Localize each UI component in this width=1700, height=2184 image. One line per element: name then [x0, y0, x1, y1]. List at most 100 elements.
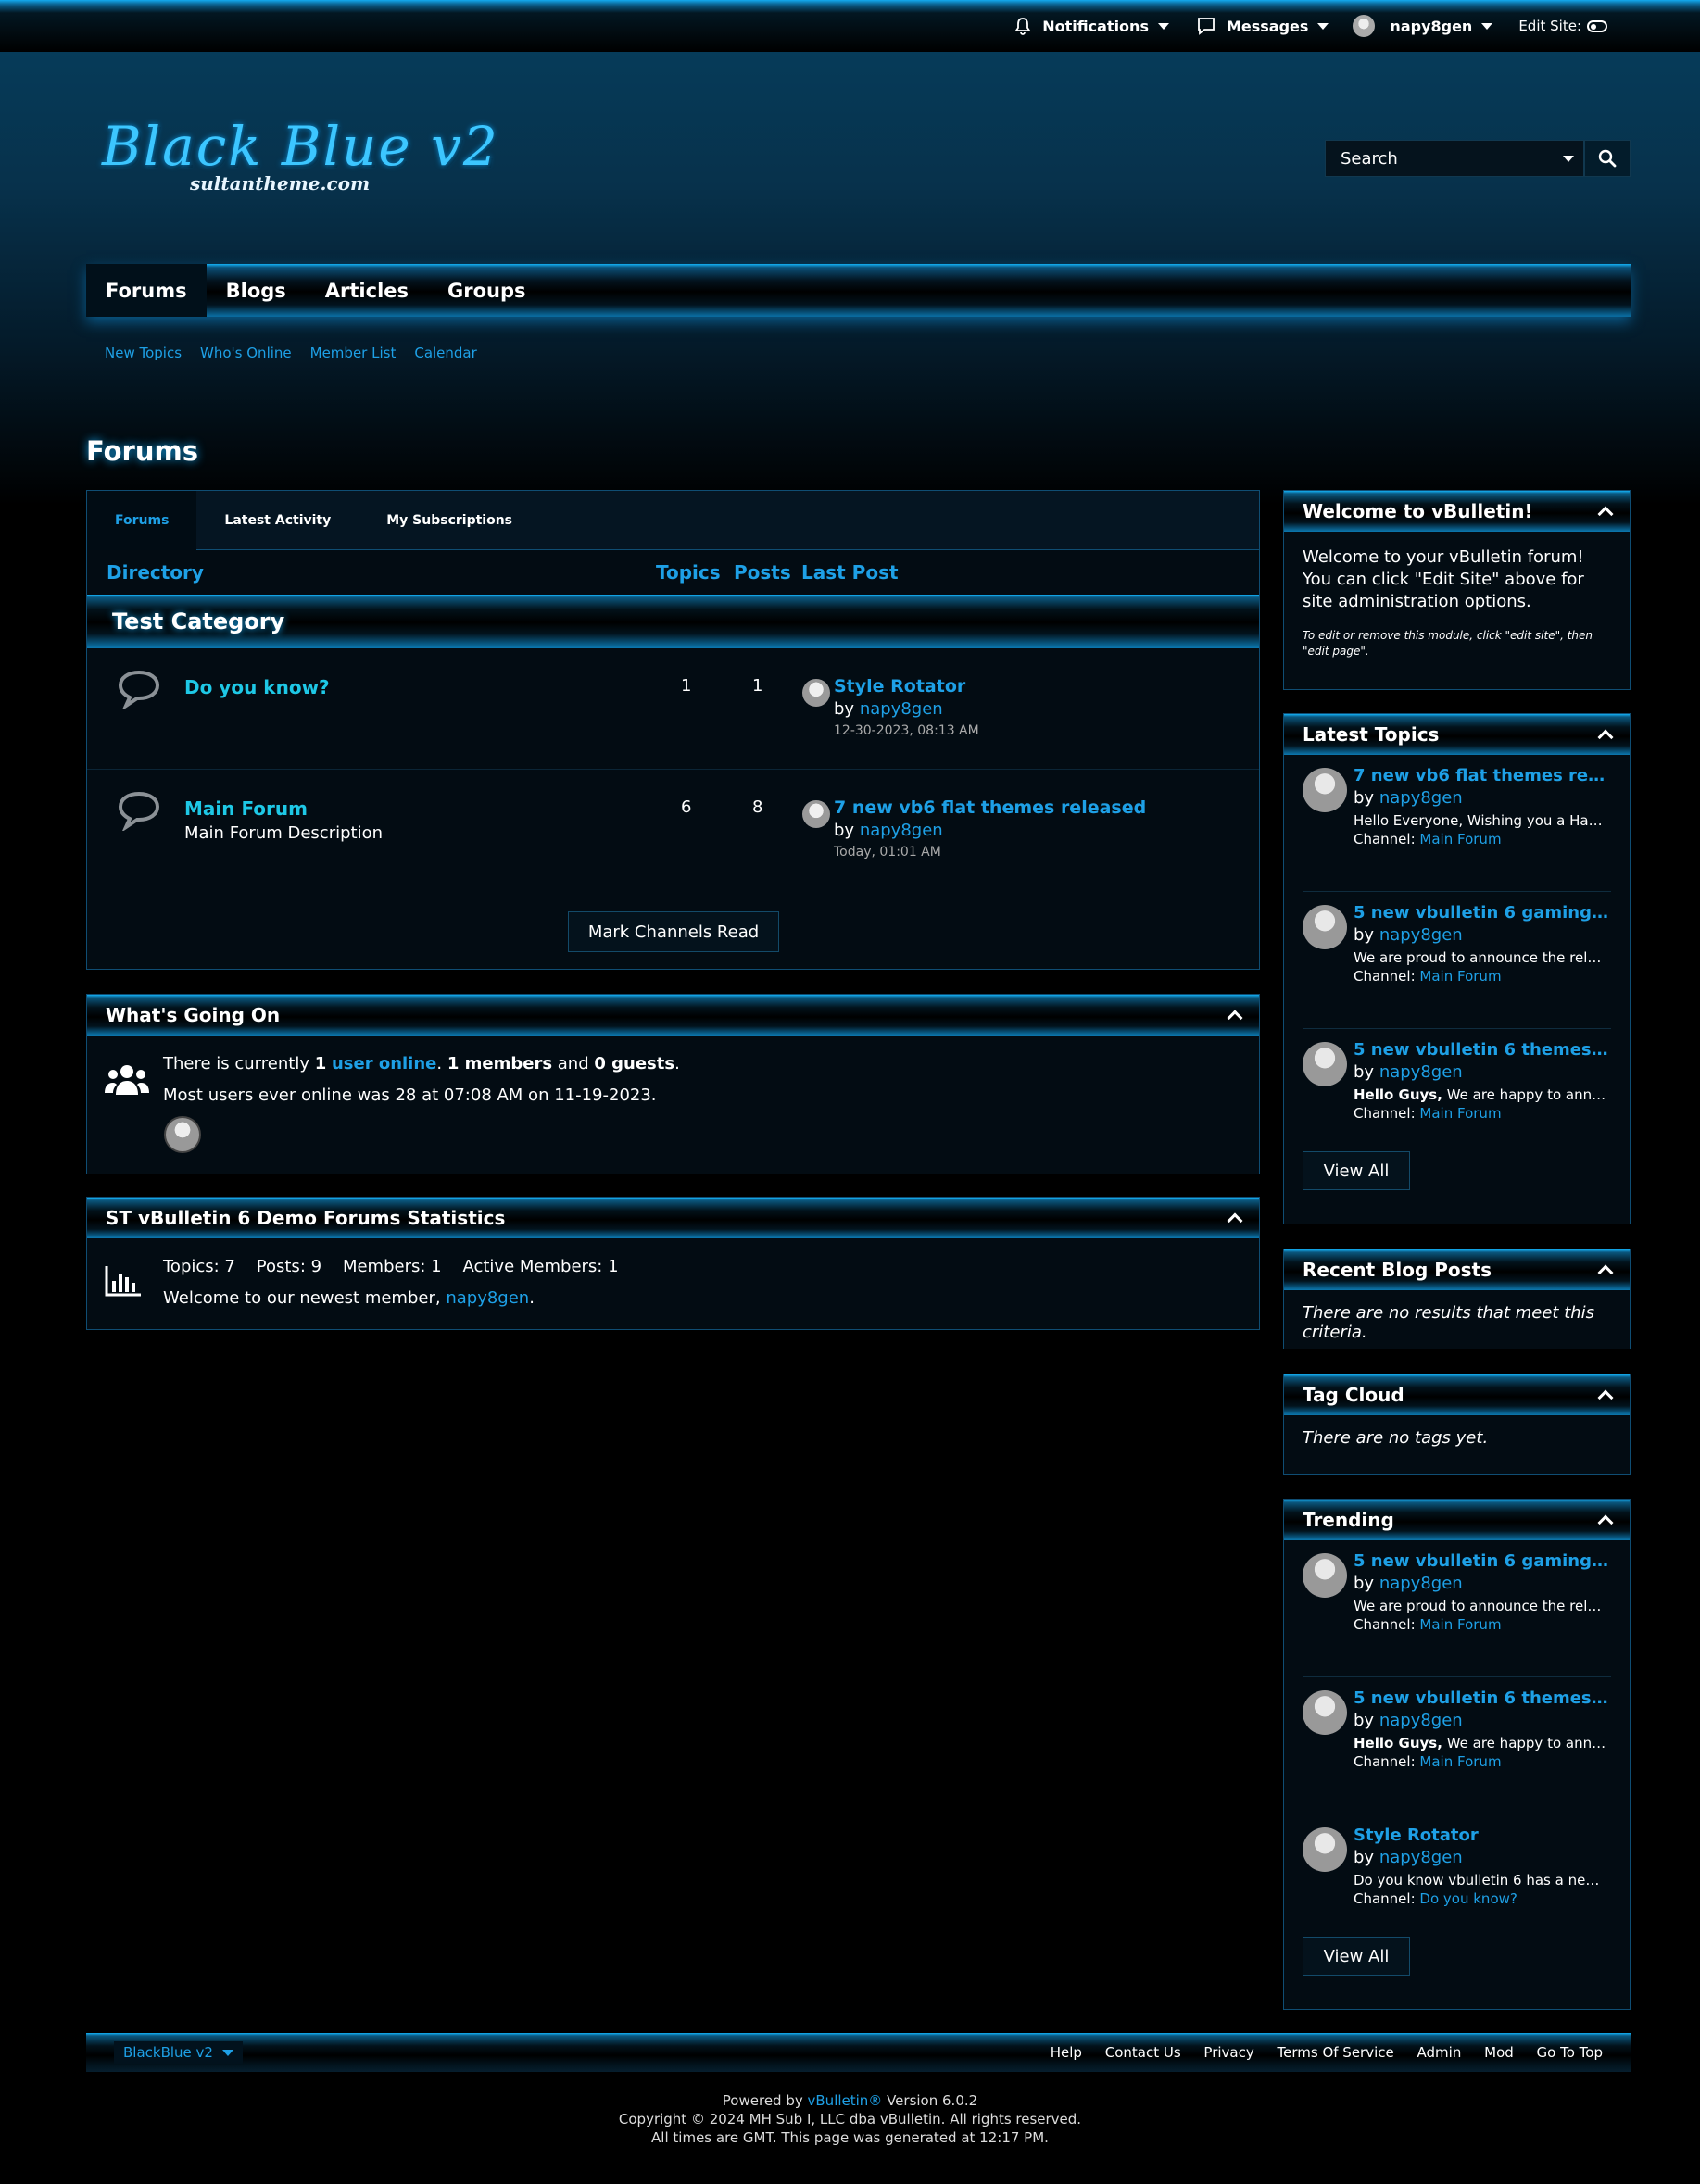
avatar[interactable] [1303, 1042, 1347, 1086]
welcome-panel: Welcome to vBulletin! Welcome to your vB… [1283, 490, 1631, 690]
view-all-button[interactable]: View All [1303, 1937, 1410, 1976]
collapse-icon[interactable] [1227, 1212, 1243, 1229]
collapse-icon[interactable] [1597, 1514, 1614, 1531]
channel-link[interactable]: Main Forum [1419, 968, 1501, 985]
main-nav: Forums Blogs Articles Groups [86, 264, 1631, 317]
panel-title: Latest Topics [1303, 723, 1440, 746]
footer-link-terms[interactable]: Terms Of Service [1278, 2044, 1394, 2061]
avatar[interactable] [1303, 1827, 1347, 1872]
chevron-down-icon [221, 2049, 233, 2056]
users-online-link[interactable]: user online [332, 1054, 436, 1073]
collapse-icon[interactable] [1227, 1010, 1243, 1026]
collapse-icon[interactable] [1597, 1264, 1614, 1281]
theme-selector[interactable]: BlackBlue v2 [114, 2041, 243, 2064]
search-input[interactable]: Search [1325, 140, 1584, 177]
tab-blogs[interactable]: Blogs [207, 264, 306, 317]
newest-member-link[interactable]: napy8gen [446, 1288, 529, 1308]
author-link[interactable]: napy8gen [1379, 1062, 1463, 1082]
tab-latest-activity[interactable]: Latest Activity [196, 491, 359, 550]
vbulletin-link[interactable]: vBulletin® [808, 2092, 883, 2109]
theme-label: BlackBlue v2 [123, 2044, 213, 2061]
edit-site-toggle[interactable]: Edit Site: [1518, 18, 1607, 34]
footer-link-help[interactable]: Help [1051, 2044, 1082, 2061]
search-button[interactable] [1584, 140, 1631, 177]
list-item: Style Rotator by napy8gen Do you know vb… [1303, 1814, 1611, 1937]
list-item: 5 new vbulletin 6 themes released by nap… [1303, 1677, 1611, 1814]
bell-icon [1014, 18, 1031, 35]
bar-chart-icon [105, 1266, 141, 1297]
forum-title[interactable]: Do you know? [184, 676, 330, 698]
footer-link-mod[interactable]: Mod [1484, 2044, 1514, 2061]
author-link[interactable]: napy8gen [1379, 1574, 1463, 1593]
chevron-down-icon[interactable] [1563, 156, 1574, 162]
tab-groups[interactable]: Groups [428, 264, 546, 317]
topic-excerpt: Hello Guys, We are happy to announce the… [1354, 1086, 1608, 1103]
subnav-member-list[interactable]: Member List [310, 345, 397, 361]
footer-link-go-to-top[interactable]: Go To Top [1537, 2044, 1603, 2061]
footer-link-admin[interactable]: Admin [1417, 2044, 1462, 2061]
chevron-down-icon [1157, 22, 1169, 30]
collapse-icon[interactable] [1597, 1389, 1614, 1406]
avatar[interactable] [1303, 1553, 1347, 1598]
tab-articles[interactable]: Articles [306, 264, 428, 317]
topic-channel: Channel: Main Forum [1354, 831, 1502, 847]
collapse-icon[interactable] [1597, 729, 1614, 746]
last-post-title[interactable]: 7 new vb6 flat themes released [834, 797, 1146, 818]
topic-title[interactable]: 5 new vbulletin 6 gaming themes released [1354, 903, 1608, 923]
category-header[interactable]: Test Category [87, 595, 1259, 648]
avatar[interactable] [1303, 905, 1347, 949]
last-post-user[interactable]: napy8gen [860, 821, 943, 840]
post-count: 8 [752, 797, 763, 817]
tab-my-subscriptions[interactable]: My Subscriptions [359, 491, 540, 550]
channel-link[interactable]: Do you know? [1419, 1890, 1517, 1907]
avatar[interactable] [164, 1116, 201, 1153]
by-label: by [1354, 1062, 1375, 1082]
footer-link-contact[interactable]: Contact Us [1105, 2044, 1181, 2061]
panel-header: Recent Blog Posts [1284, 1249, 1630, 1290]
site-logo[interactable]: Black Blue v2 sultantheme.com [102, 115, 499, 195]
channel-link[interactable]: Main Forum [1419, 831, 1501, 847]
topic-title[interactable]: 5 new vbulletin 6 themes released [1354, 1688, 1608, 1708]
user-menu[interactable]: napy8gen [1353, 15, 1493, 37]
author-link[interactable]: napy8gen [1379, 1711, 1463, 1730]
author-link[interactable]: napy8gen [1379, 1848, 1463, 1867]
last-post-title[interactable]: Style Rotator [834, 676, 965, 697]
topic-title[interactable]: 7 new vb6 flat themes released [1354, 766, 1608, 785]
version-text: Version 6.0.2 [882, 2092, 978, 2109]
subnav-whos-online[interactable]: Who's Online [200, 345, 292, 361]
avatar[interactable] [802, 679, 830, 707]
tab-forums-list[interactable]: Forums [87, 490, 197, 550]
messages-menu[interactable]: Messages [1197, 17, 1329, 35]
avatar[interactable] [1303, 768, 1347, 812]
forum-title[interactable]: Main Forum [184, 797, 308, 820]
subnav-calendar[interactable]: Calendar [414, 345, 476, 361]
footer-link-privacy[interactable]: Privacy [1203, 2044, 1253, 2061]
view-all-button[interactable]: View All [1303, 1151, 1410, 1190]
last-post-user[interactable]: napy8gen [860, 699, 943, 719]
last-post-date: Today, 01:01 AM [834, 845, 941, 860]
collapse-icon[interactable] [1597, 506, 1614, 522]
channel-label: Channel: [1354, 831, 1416, 847]
speech-bubble-icon [118, 670, 160, 709]
tab-forums[interactable]: Forums [86, 264, 207, 317]
panel-header: Trending [1284, 1500, 1630, 1540]
channel-link[interactable]: Main Forum [1419, 1753, 1501, 1770]
channel-link[interactable]: Main Forum [1419, 1616, 1501, 1633]
topic-channel: Channel: Main Forum [1354, 968, 1502, 985]
notifications-label: Notifications [1042, 17, 1149, 35]
topic-title[interactable]: 5 new vbulletin 6 themes released [1354, 1040, 1608, 1060]
excerpt-text: We are happy to announce the release [1446, 1735, 1608, 1751]
author-link[interactable]: napy8gen [1379, 925, 1463, 945]
topic-title[interactable]: 5 new vbulletin 6 gaming themes released [1354, 1551, 1608, 1571]
author-link[interactable]: napy8gen [1379, 788, 1463, 808]
topic-channel: Channel: Do you know? [1354, 1890, 1517, 1907]
notifications-menu[interactable]: Notifications [1014, 17, 1169, 35]
avatar[interactable] [1303, 1690, 1347, 1735]
column-last-post: Last Post [801, 561, 899, 584]
mark-channels-read-button[interactable]: Mark Channels Read [568, 911, 779, 952]
topic-title[interactable]: Style Rotator [1354, 1826, 1608, 1845]
channel-link[interactable]: Main Forum [1419, 1105, 1501, 1122]
online-summary: There is currently 1 user online. 1 memb… [163, 1054, 680, 1073]
subnav-new-topics[interactable]: New Topics [105, 345, 182, 361]
avatar[interactable] [802, 800, 830, 828]
